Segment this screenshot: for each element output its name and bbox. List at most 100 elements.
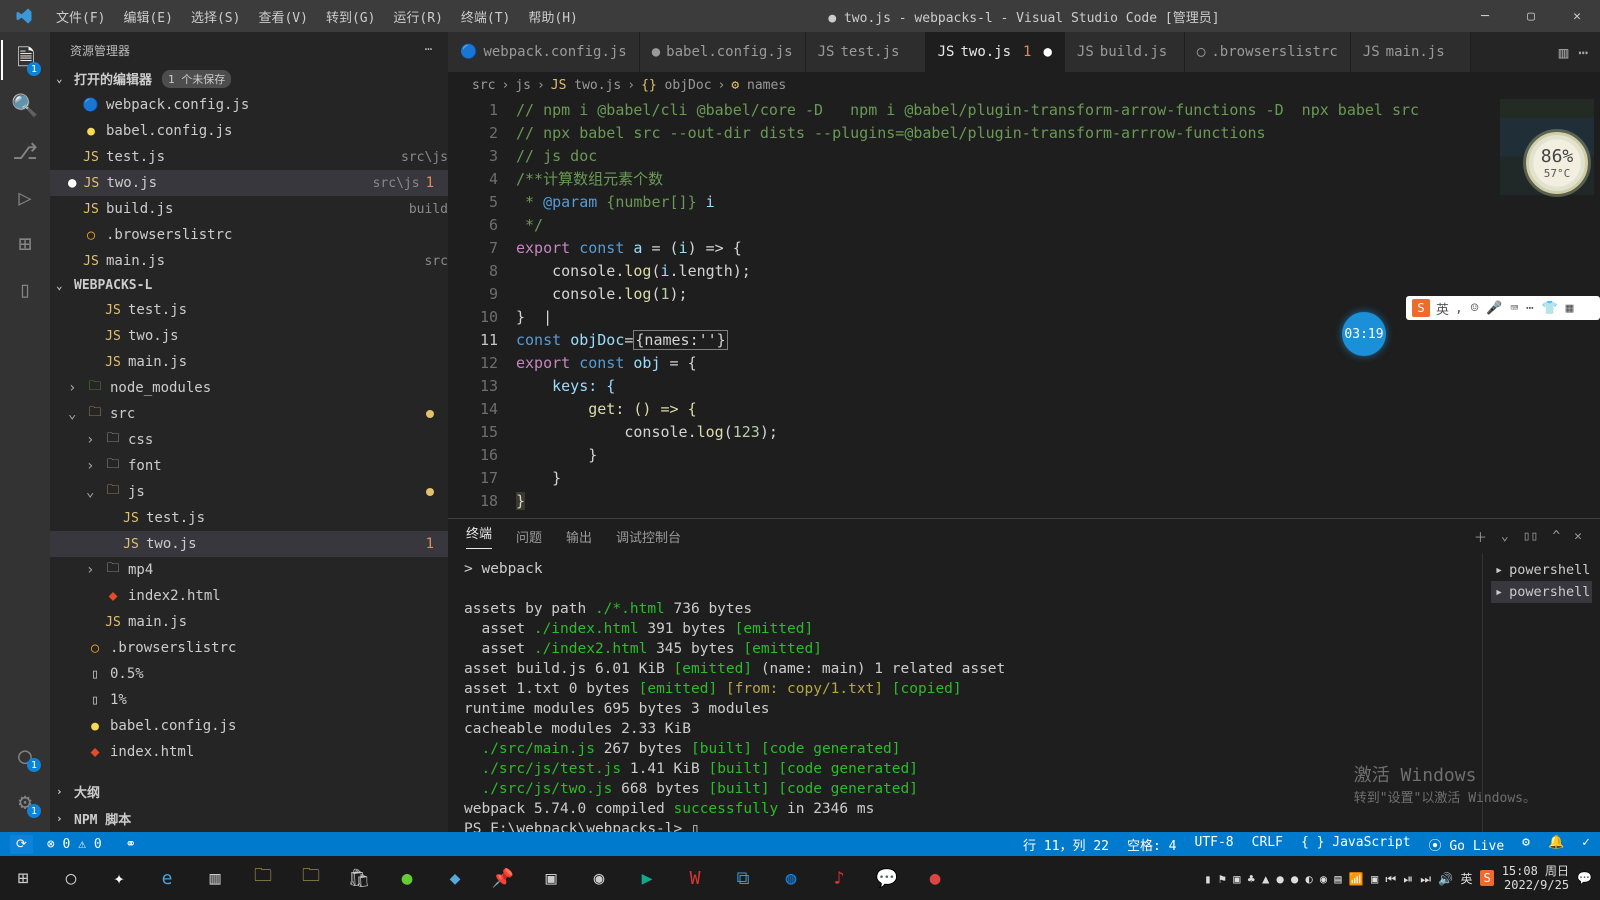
wps-icon[interactable]: W [680, 863, 710, 893]
maximize-panel-icon[interactable]: ^ [1552, 529, 1560, 544]
tree-item[interactable]: ⬥index.html [50, 739, 448, 765]
explorer-icon[interactable]: 🗀 [248, 863, 278, 893]
status-item[interactable]: ✓ [1582, 835, 1590, 854]
folder-icon[interactable]: 🗀 [296, 863, 326, 893]
close-panel-icon[interactable]: ✕ [1574, 529, 1582, 544]
open-editor-item[interactable]: JStest.jssrc\js [50, 144, 448, 170]
tree-item[interactable]: ›🗀mp4 [50, 557, 448, 583]
tree-item[interactable]: ▯1% [50, 687, 448, 713]
extensions-icon[interactable]: ⊞ [1, 224, 49, 264]
tree-item[interactable]: JStest.js [50, 505, 448, 531]
tree-item[interactable]: ›🗀node_modules [50, 375, 448, 401]
status-item[interactable]: 🔔 [1548, 835, 1564, 854]
menu-item[interactable]: 选择(S) [183, 3, 248, 30]
tree-item[interactable]: ●babel.config.js [50, 713, 448, 739]
status-item[interactable]: UTF-8 [1195, 835, 1234, 854]
app-icon[interactable]: ● [920, 863, 950, 893]
menu-item[interactable]: 运行(R) [385, 3, 450, 30]
terminal-icon[interactable]: ▣ [536, 863, 566, 893]
open-editor-item[interactable]: JSmain.jssrc [50, 248, 448, 274]
terminal-instance[interactable]: ▸powershell [1491, 581, 1592, 603]
open-editor-item[interactable]: JSbuild.jsbuild [50, 196, 448, 222]
status-item[interactable]: { } JavaScript [1301, 835, 1411, 854]
editor-tab[interactable]: ◯.browserslistrc [1185, 32, 1351, 72]
new-terminal-icon[interactable]: ＋ [1474, 527, 1487, 546]
outline-header[interactable]: ›大纲 [50, 778, 448, 805]
close-button[interactable]: ✕ [1554, 0, 1600, 32]
cortana-icon[interactable]: ○ [56, 863, 86, 893]
status-item[interactable]: ⦿ Go Live [1429, 835, 1505, 854]
editor-tab[interactable]: JStest.js [806, 32, 926, 72]
maximize-button[interactable]: ▢ [1508, 0, 1554, 32]
menu-item[interactable]: 编辑(E) [115, 3, 180, 30]
system-tray[interactable]: ▮ ⚑ ▣ ♣ ▲ ● ● ◐ ◉ ▤ 📶 ▣ ⏮ ⏯ ⏭ 🔊 英 S 15:0… [1204, 864, 1592, 892]
vscode-icon[interactable]: ⧉ [728, 863, 758, 893]
editor-tab[interactable]: 🔵webpack.config.js [448, 32, 640, 72]
npm-header[interactable]: ›NPM 脚本 [50, 805, 448, 832]
editor-tab[interactable]: ●babel.config.js [640, 32, 806, 72]
tree-item[interactable]: ›🗀css [50, 427, 448, 453]
tree-item[interactable]: ⬥index2.html [50, 583, 448, 609]
notes-icon[interactable]: ▯ [1, 270, 49, 310]
tree-item[interactable]: ⌄🗀js [50, 479, 448, 505]
project-header[interactable]: ⌄WEBPACKS-L [50, 274, 448, 297]
app-icon[interactable]: ▶ [632, 863, 662, 893]
menu-item[interactable]: 转到(G) [318, 3, 383, 30]
minimize-button[interactable]: ─ [1462, 0, 1508, 32]
account-icon[interactable]: ◯1 [1, 736, 49, 776]
editor-tab[interactable]: JSmain.js [1351, 32, 1471, 72]
music-icon[interactable]: ♪ [824, 863, 854, 893]
search-icon[interactable]: 🔍 [1, 86, 49, 126]
ime-toolbar[interactable]: S英 , ☺ 🎤 ⌨ ⋯ 👕 ▦ [1406, 296, 1600, 320]
app-icon[interactable]: ▥ [200, 863, 230, 893]
split-editor-icon[interactable]: ▥ [1559, 43, 1569, 62]
app-icon[interactable]: ✦ [104, 863, 134, 893]
status-item[interactable]: ⚙ [1522, 835, 1530, 854]
panel-tab[interactable]: 调试控制台 [616, 527, 681, 546]
more-icon[interactable]: ⋯ [425, 42, 432, 59]
clock[interactable]: 15:08 周日2022/9/25 [1502, 864, 1569, 892]
editor-tab[interactable]: JSbuild.js [1065, 32, 1185, 72]
open-editor-item[interactable]: ◯.browserslistrc [50, 222, 448, 248]
status-item[interactable]: ⚭ [125, 837, 136, 852]
wechat-icon[interactable]: 💬 [872, 863, 902, 893]
status-item[interactable]: ⊗ 0 ⚠ 0 [47, 837, 102, 852]
terminal-output[interactable]: > webpack assets by path ./*.html 736 by… [448, 553, 1482, 832]
tree-item[interactable]: JStwo.js1 [50, 531, 448, 557]
status-item[interactable]: CRLF [1252, 835, 1283, 854]
open-editors-header[interactable]: ⌄打开的编辑器 1 个未保存 [50, 65, 448, 92]
editor-tab[interactable]: JStwo.js1● [926, 32, 1065, 72]
tree-item[interactable]: ◯.browserslistrc [50, 635, 448, 661]
settings-icon[interactable]: ⚙1 [1, 782, 49, 822]
store-icon[interactable]: 🛍 [344, 863, 374, 893]
breadcrumb[interactable]: src›js›JS two.js›{} objDoc›⚙ names [448, 72, 1600, 95]
tree-item[interactable]: ⌄🗀src [50, 401, 448, 427]
panel-tab[interactable]: 输出 [566, 527, 592, 546]
split-icon[interactable]: ▯▯ [1523, 529, 1539, 544]
app-icon[interactable]: ◆ [440, 863, 470, 893]
open-editor-item[interactable]: ●babel.config.js [50, 118, 448, 144]
tree-item[interactable]: ›🗀font [50, 453, 448, 479]
explorer-icon[interactable]: 🗎1 [1, 40, 49, 80]
pin-icon[interactable]: 📌 [488, 863, 518, 893]
taskbar[interactable]: ⊞ ○ ✦ e ▥ 🗀 🗀 🛍 ● ◆ 📌 ▣ ◉ ▶ W ⧉ ◍ ♪ 💬 ● … [0, 856, 1600, 900]
tree-item[interactable]: JSmain.js [50, 349, 448, 375]
status-item[interactable]: 行 11，列 22 [1023, 835, 1109, 854]
tree-item[interactable]: JStest.js [50, 297, 448, 323]
source-control-icon[interactable]: ⎇ [1, 132, 49, 172]
menu-item[interactable]: 文件(F) [48, 3, 113, 30]
panel-tab[interactable]: 终端 [466, 523, 492, 549]
menu-item[interactable]: 查看(V) [250, 3, 315, 30]
run-debug-icon[interactable]: ▷ [1, 178, 49, 218]
edge-icon[interactable]: e [152, 863, 182, 893]
chrome-icon[interactable]: ◉ [584, 863, 614, 893]
notifications-icon[interactable]: 💬 [1577, 871, 1592, 885]
status-item[interactable]: 空格: 4 [1127, 835, 1176, 854]
more-icon[interactable]: ⋯ [1578, 43, 1588, 62]
app-icon[interactable]: ◍ [776, 863, 806, 893]
tree-item[interactable]: JStwo.js [50, 323, 448, 349]
app-icon[interactable]: ● [392, 863, 422, 893]
tree-item[interactable]: JSmain.js [50, 609, 448, 635]
panel-tab[interactable]: 问题 [516, 527, 542, 546]
remote-indicator[interactable]: ⟳ [10, 835, 33, 854]
